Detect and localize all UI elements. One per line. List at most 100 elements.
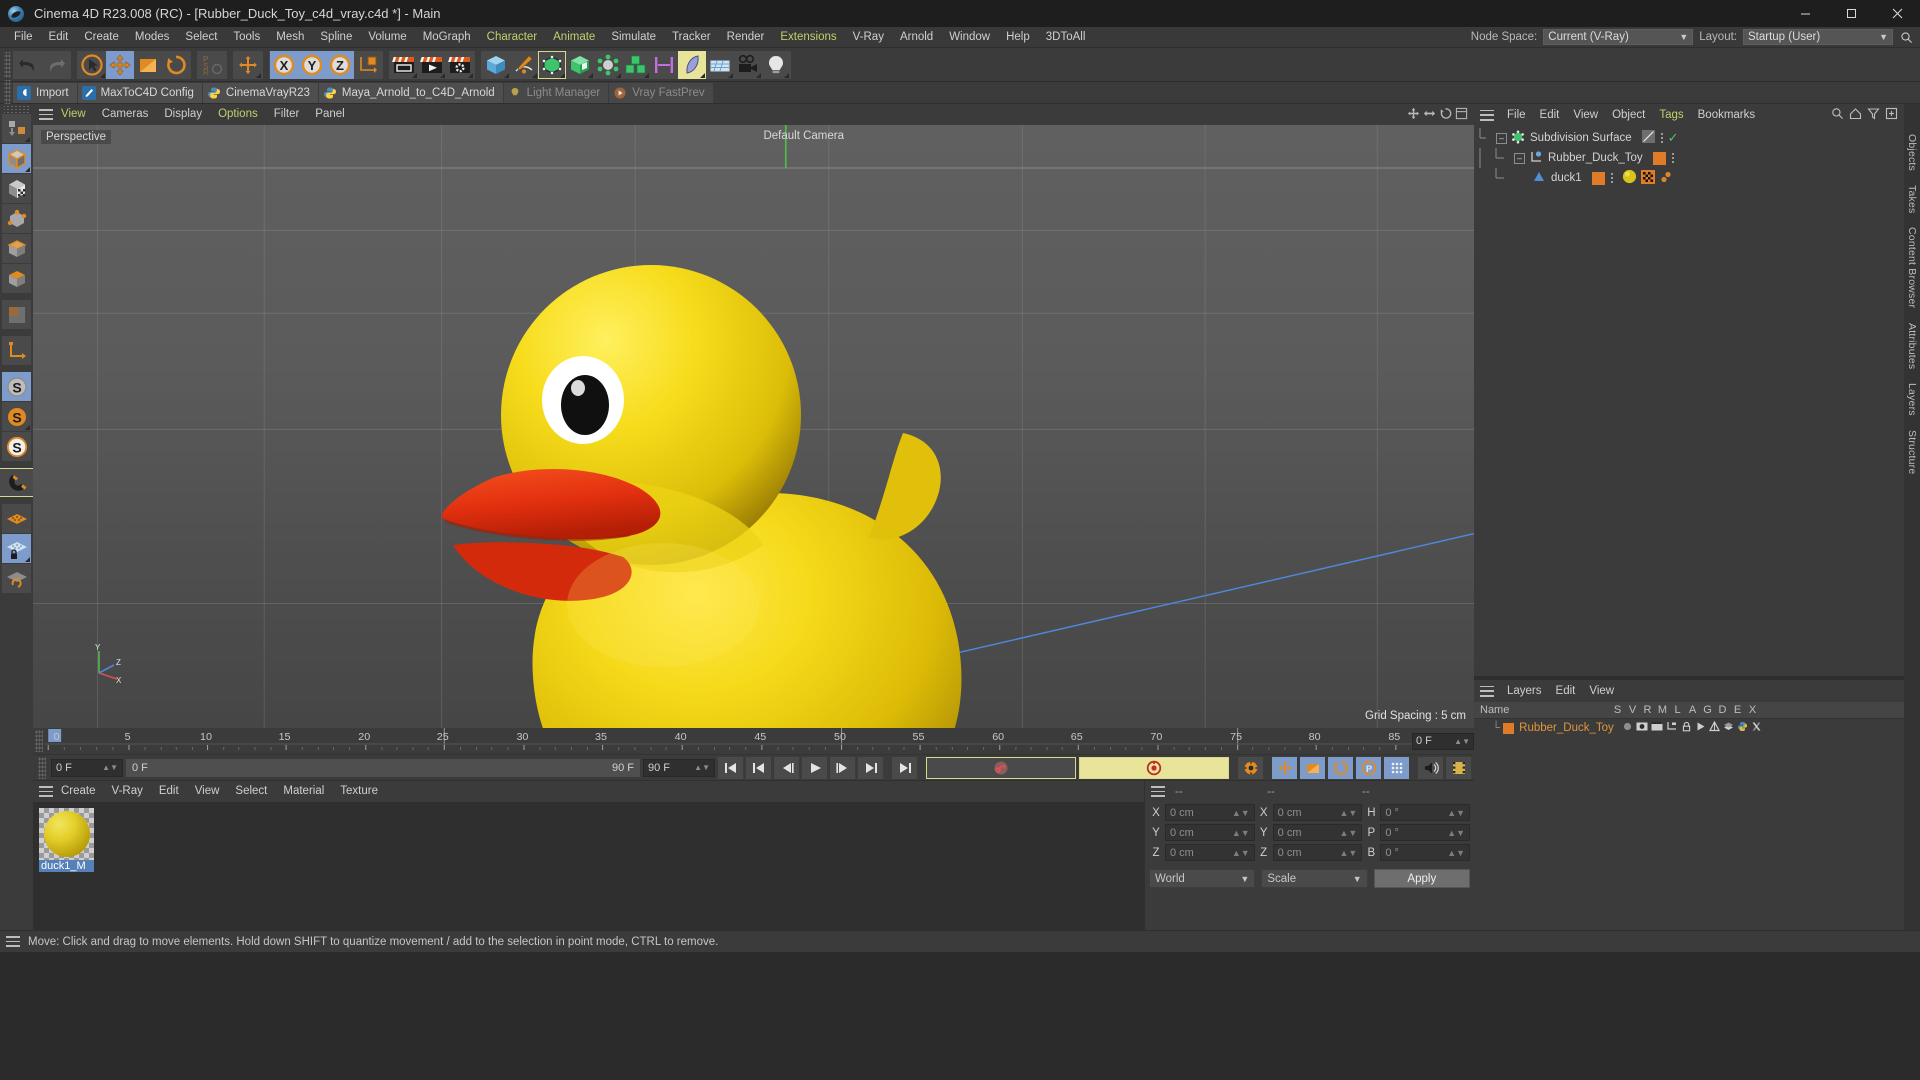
world-coordinates-button[interactable] <box>234 51 262 79</box>
field-button[interactable] <box>706 51 734 79</box>
viewport-menu-hamburger-icon[interactable] <box>39 109 53 120</box>
previous-keyframe-button[interactable] <box>746 757 771 779</box>
vtab-content-browser[interactable]: Content Browser <box>1906 227 1918 308</box>
plugin-tab-import[interactable]: Import <box>13 83 77 103</box>
layer-manager-icon[interactable] <box>1666 721 1678 735</box>
edge-mode-button[interactable] <box>2 234 31 263</box>
texture-mode-button[interactable] <box>2 174 31 203</box>
plugin-bar-drag-handle[interactable] <box>4 80 11 106</box>
model-mode-button[interactable] <box>2 144 31 173</box>
viewport-menu-panel[interactable]: Panel <box>307 104 352 125</box>
render-region-button[interactable] <box>418 51 446 79</box>
add-panel-icon[interactable] <box>1885 107 1898 123</box>
maximize-button[interactable] <box>1828 0 1874 27</box>
menu-item-mesh[interactable]: Mesh <box>268 27 312 48</box>
lock-workplane-button[interactable] <box>2 534 31 563</box>
record-active-objects-button[interactable] <box>926 757 1076 779</box>
plugin-tab-light-manager[interactable]: Light Manager <box>504 83 609 103</box>
bend-deformer-button[interactable] <box>678 51 706 79</box>
layer-lock-icon[interactable] <box>1681 721 1692 735</box>
array-button[interactable] <box>622 51 650 79</box>
tag-dots-icon[interactable] <box>1610 172 1614 185</box>
tag-dots-icon[interactable] <box>1660 132 1664 145</box>
layers-row[interactable]: └ Rubber_Duck_Toy <box>1474 719 1904 737</box>
object-row-subdivision-surface[interactable]: – Subdivision Surface ✓ <box>1474 128 1904 148</box>
layers-menu-view[interactable]: View <box>1582 680 1621 702</box>
viewport-menu-view[interactable]: View <box>53 104 94 125</box>
check-icon[interactable]: ✓ <box>1668 130 1679 146</box>
menu-item-vray[interactable]: V-Ray <box>845 27 892 48</box>
autokeying-button[interactable] <box>1079 757 1229 779</box>
expander-icon[interactable]: – <box>1514 153 1525 164</box>
coord-input-pos-x[interactable]: 0 cm▲▼ <box>1165 804 1255 821</box>
search-icon[interactable] <box>1899 30 1914 45</box>
menu-item-tools[interactable]: Tools <box>225 27 268 48</box>
vtab-layers[interactable]: Layers <box>1906 383 1918 416</box>
plugin-tab-vray-fastprev[interactable]: Vray FastPrev <box>609 83 712 103</box>
scale-tool-button[interactable] <box>134 51 162 79</box>
viewport-maximize-icon[interactable] <box>1455 107 1468 123</box>
material-menu-edit[interactable]: Edit <box>151 781 187 802</box>
undo-button[interactable] <box>14 51 42 79</box>
lock-y-axis-button[interactable]: Y <box>298 51 326 79</box>
material-menu-hamburger-icon[interactable] <box>39 786 53 797</box>
pen-spline-button[interactable] <box>510 51 538 79</box>
timeline-drag-handle[interactable] <box>35 730 43 752</box>
coordinate-mode-select[interactable]: Scale▼ <box>1261 869 1367 888</box>
material-list[interactable]: duck1_M <box>33 802 1144 930</box>
rotate-tool-button[interactable] <box>162 51 190 79</box>
enable-snap-button[interactable]: S <box>2 402 31 431</box>
vtab-objects[interactable]: Objects <box>1906 134 1918 171</box>
light-button[interactable] <box>762 51 790 79</box>
previous-frame-button[interactable] <box>774 757 799 779</box>
menu-item-select[interactable]: Select <box>177 27 225 48</box>
parameter-key-button[interactable]: P <box>1356 757 1381 779</box>
deformer-button[interactable] <box>566 51 594 79</box>
menu-item-create[interactable]: Create <box>76 27 127 48</box>
polygon-mode-button[interactable] <box>2 264 31 293</box>
layer-color-chip[interactable] <box>1592 172 1605 185</box>
rotation-key-button[interactable] <box>1328 757 1353 779</box>
layout-select[interactable]: Startup (User) ▼ <box>1743 29 1893 45</box>
viewport-rotate-icon[interactable] <box>1439 107 1452 123</box>
object-menu-bookmarks[interactable]: Bookmarks <box>1691 104 1763 126</box>
layers-menu-edit[interactable]: Edit <box>1549 680 1583 702</box>
menu-item-animate[interactable]: Animate <box>545 27 603 48</box>
layers-menu-layers[interactable]: Layers <box>1500 680 1549 702</box>
material-menu-texture[interactable]: Texture <box>332 781 386 802</box>
frame-end-field[interactable]: 90 F ▲▼ <box>643 759 715 777</box>
playbar-drag-handle[interactable] <box>38 757 46 779</box>
menu-item-tracker[interactable]: Tracker <box>664 27 719 48</box>
render-settings-button[interactable] <box>446 51 474 79</box>
sound-playback-button[interactable] <box>1418 757 1443 779</box>
coord-input-size-y[interactable]: 0 cm▲▼ <box>1273 824 1363 841</box>
menu-item-window[interactable]: Window <box>941 27 998 48</box>
coord-input-rot-h[interactable]: 0 °▲▼ <box>1380 804 1470 821</box>
keyframe-selection-button[interactable] <box>1238 757 1263 779</box>
make-editable-button[interactable] <box>2 114 31 143</box>
home-icon[interactable] <box>1849 107 1862 123</box>
coordinates-hamburger-icon[interactable] <box>1151 786 1165 797</box>
workplane-button[interactable]: S <box>2 432 31 461</box>
vtab-attributes[interactable]: Attributes <box>1906 323 1918 369</box>
layer-deformer-icon[interactable] <box>1723 721 1734 735</box>
viewport-scale-icon[interactable] <box>1423 107 1436 123</box>
vtab-structure[interactable]: Structure <box>1906 430 1918 474</box>
coord-input-rot-p[interactable]: 0 °▲▼ <box>1380 824 1470 841</box>
object-tree[interactable]: – Subdivision Surface ✓ – R <box>1474 126 1904 676</box>
coord-input-pos-y[interactable]: 0 cm▲▼ <box>1165 824 1255 841</box>
menu-item-edit[interactable]: Edit <box>41 27 77 48</box>
subdivision-tag-icon[interactable] <box>1642 130 1655 146</box>
material-menu-create[interactable]: Create <box>53 781 104 802</box>
menu-item-volume[interactable]: Volume <box>360 27 414 48</box>
timeline-ruler[interactable]: 0 510 1520 2530 3540 4550 5560 6570 7580… <box>33 728 1474 754</box>
point-level-animation-button[interactable] <box>1384 757 1409 779</box>
material-thumbnail[interactable] <box>39 808 94 860</box>
scale-key-button[interactable] <box>1300 757 1325 779</box>
layer-xref-icon[interactable] <box>1751 721 1762 735</box>
timeline-track[interactable]: 0 510 1520 2530 3540 4550 5560 6570 7580… <box>45 728 1412 754</box>
move-tool-button[interactable] <box>106 51 134 79</box>
expander-icon[interactable]: – <box>1496 133 1507 144</box>
object-row-duck1[interactable]: duck1 <box>1474 168 1904 188</box>
menu-item-mograph[interactable]: MoGraph <box>415 27 479 48</box>
